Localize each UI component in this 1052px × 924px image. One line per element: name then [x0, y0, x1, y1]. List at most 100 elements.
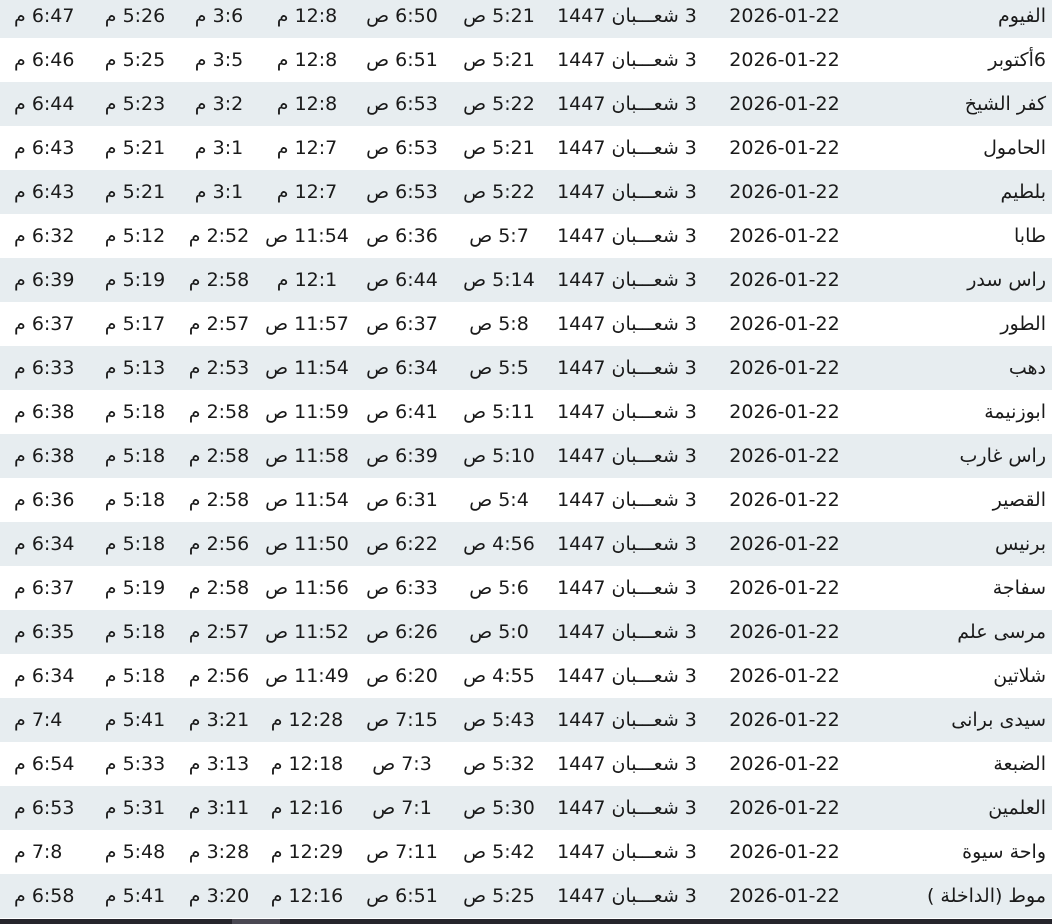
hijri-date-cell: 3 شعـــبان 1447 [547, 654, 707, 698]
fajr-time-cell: 4:55 ص [451, 654, 547, 698]
sunrise-time-cell: 6:41 ص [353, 390, 451, 434]
scrollbar-thumb[interactable] [232, 919, 280, 924]
maghrib-time-cell: 5:25 م [93, 38, 177, 82]
dhuhr-time-cell: 11:54 ص [261, 478, 353, 522]
hijri-date-cell: 3 شعـــبان 1447 [547, 874, 707, 918]
city-cell: طابا [862, 214, 1052, 258]
dhuhr-time-cell: 12:28 م [261, 698, 353, 742]
sunrise-time-cell: 6:33 ص [353, 566, 451, 610]
date-cell: 2026-01-22 [707, 654, 862, 698]
maghrib-time-cell: 5:18 م [93, 610, 177, 654]
city-cell: العلمين [862, 786, 1052, 830]
isha-time-cell: 6:54 م [0, 742, 93, 786]
maghrib-time-cell: 5:18 م [93, 478, 177, 522]
isha-time-cell: 6:43 م [0, 170, 93, 214]
dhuhr-time-cell: 12:7 م [261, 126, 353, 170]
asr-time-cell: 2:58 م [177, 478, 261, 522]
maghrib-time-cell: 5:21 م [93, 126, 177, 170]
date-cell: 2026-01-22 [707, 522, 862, 566]
table-row: الطور 2026-01-22 3 شعـــبان 1447 5:8 ص 6:37 … [0, 302, 1052, 346]
hijri-date-cell: 3 شعـــبان 1447 [547, 566, 707, 610]
date-cell: 2026-01-22 [707, 0, 862, 38]
fajr-time-cell: 5:10 ص [451, 434, 547, 478]
hijri-date-cell: 3 شعـــبان 1447 [547, 742, 707, 786]
sunrise-time-cell: 7:3 ص [353, 742, 451, 786]
sunrise-time-cell: 6:51 ص [353, 874, 451, 918]
dhuhr-time-cell: 11:58 ص [261, 434, 353, 478]
fajr-time-cell: 5:43 ص [451, 698, 547, 742]
fajr-time-cell: 5:21 ص [451, 126, 547, 170]
date-cell: 2026-01-22 [707, 346, 862, 390]
isha-time-cell: 6:33 م [0, 346, 93, 390]
maghrib-time-cell: 5:12 م [93, 214, 177, 258]
asr-time-cell: 2:52 م [177, 214, 261, 258]
city-cell: القصير [862, 478, 1052, 522]
sunrise-time-cell: 6:37 ص [353, 302, 451, 346]
city-cell: راس غارب [862, 434, 1052, 478]
asr-time-cell: 2:57 م [177, 302, 261, 346]
city-cell: الضبعة [862, 742, 1052, 786]
isha-time-cell: 6:37 م [0, 566, 93, 610]
prayer-times-table: الفيوم 2026-01-22 3 شعـــبان 1447 5:21 ص 6:5… [0, 0, 1052, 918]
sunrise-time-cell: 6:34 ص [353, 346, 451, 390]
fajr-time-cell: 5:4 ص [451, 478, 547, 522]
hijri-date-cell: 3 شعـــبان 1447 [547, 170, 707, 214]
sunrise-time-cell: 6:20 ص [353, 654, 451, 698]
sunrise-time-cell: 7:11 ص [353, 830, 451, 874]
asr-time-cell: 2:58 م [177, 258, 261, 302]
maghrib-time-cell: 5:18 م [93, 522, 177, 566]
asr-time-cell: 2:56 م [177, 654, 261, 698]
table-row: برنيس 2026-01-22 3 شعـــبان 1447 4:56 ص 6:22… [0, 522, 1052, 566]
table-row: الحامول 2026-01-22 3 شعـــبان 1447 5:21 ص 6:… [0, 126, 1052, 170]
sunrise-time-cell: 6:53 ص [353, 82, 451, 126]
fajr-time-cell: 5:25 ص [451, 874, 547, 918]
table-row: واحة سيوة 2026-01-22 3 شعـــبان 1447 5:42 ص… [0, 830, 1052, 874]
fajr-time-cell: 5:7 ص [451, 214, 547, 258]
table-row: دهب 2026-01-22 3 شعـــبان 1447 5:5 ص 6:34 ص1… [0, 346, 1052, 390]
maghrib-time-cell: 5:48 م [93, 830, 177, 874]
dhuhr-time-cell: 12:18 م [261, 742, 353, 786]
table-row: الضبعة 2026-01-22 3 شعـــبان 1447 5:32 ص 7:3… [0, 742, 1052, 786]
sunrise-time-cell: 6:53 ص [353, 126, 451, 170]
city-cell: برنيس [862, 522, 1052, 566]
city-cell: الحامول [862, 126, 1052, 170]
sunrise-time-cell: 6:36 ص [353, 214, 451, 258]
dhuhr-time-cell: 12:29 م [261, 830, 353, 874]
sunrise-time-cell: 6:26 ص [353, 610, 451, 654]
dhuhr-time-cell: 11:54 ص [261, 346, 353, 390]
hijri-date-cell: 3 شعـــبان 1447 [547, 390, 707, 434]
bottom-scrollbar[interactable] [0, 919, 1052, 924]
date-cell: 2026-01-22 [707, 82, 862, 126]
asr-time-cell: 2:58 م [177, 390, 261, 434]
dhuhr-time-cell: 11:56 ص [261, 566, 353, 610]
date-cell: 2026-01-22 [707, 610, 862, 654]
asr-time-cell: 2:53 م [177, 346, 261, 390]
table-row: بلطيم 2026-01-22 3 شعـــبان 1447 5:22 ص 6:53… [0, 170, 1052, 214]
hijri-date-cell: 3 شعـــبان 1447 [547, 214, 707, 258]
asr-time-cell: 3:6 م [177, 0, 261, 38]
isha-time-cell: 6:37 م [0, 302, 93, 346]
table-row: كفر الشيخ 2026-01-22 3 شعـــبان 1447 5:22 ص… [0, 82, 1052, 126]
asr-time-cell: 2:56 م [177, 522, 261, 566]
city-cell: بلطيم [862, 170, 1052, 214]
maghrib-time-cell: 5:23 م [93, 82, 177, 126]
table-row: شلاتين 2026-01-22 3 شعـــبان 1447 4:55 ص 6:2… [0, 654, 1052, 698]
date-cell: 2026-01-22 [707, 258, 862, 302]
dhuhr-time-cell: 12:7 م [261, 170, 353, 214]
date-cell: 2026-01-22 [707, 390, 862, 434]
hijri-date-cell: 3 شعـــبان 1447 [547, 434, 707, 478]
city-cell: 6أكتوبر [862, 38, 1052, 82]
hijri-date-cell: 3 شعـــبان 1447 [547, 82, 707, 126]
isha-time-cell: 6:39 م [0, 258, 93, 302]
isha-time-cell: 6:32 م [0, 214, 93, 258]
hijri-date-cell: 3 شعـــبان 1447 [547, 0, 707, 38]
maghrib-time-cell: 5:17 م [93, 302, 177, 346]
dhuhr-time-cell: 11:50 ص [261, 522, 353, 566]
table-row: راس غارب 2026-01-22 3 شعـــبان 1447 5:10 ص6… [0, 434, 1052, 478]
hijri-date-cell: 3 شعـــبان 1447 [547, 522, 707, 566]
table-body: الفيوم 2026-01-22 3 شعـــبان 1447 5:21 ص 6:5… [0, 0, 1052, 918]
dhuhr-time-cell: 11:49 ص [261, 654, 353, 698]
table-row: القصير 2026-01-22 3 شعـــبان 1447 5:4 ص 6:31… [0, 478, 1052, 522]
asr-time-cell: 3:2 م [177, 82, 261, 126]
date-cell: 2026-01-22 [707, 830, 862, 874]
